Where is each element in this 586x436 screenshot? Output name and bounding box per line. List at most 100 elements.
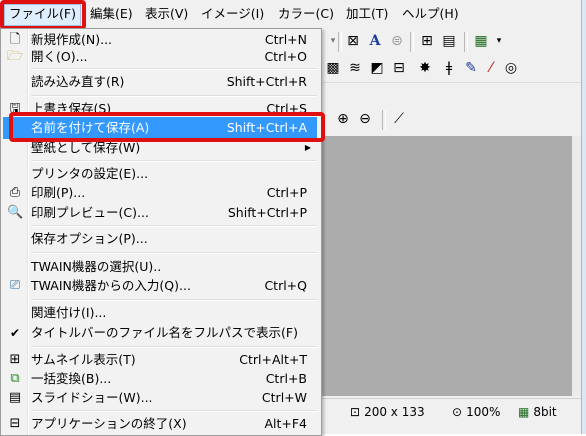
palette-icon[interactable]: ▦ bbox=[472, 32, 490, 50]
zoom-value: 100% bbox=[466, 405, 501, 419]
menu-color[interactable]: カラー(C) bbox=[274, 4, 338, 24]
toolbar-zoom: ⊕ ⊖ ⟋ bbox=[322, 106, 582, 133]
dimensions-value: 200 x 133 bbox=[364, 405, 425, 419]
menu-item-print-preview[interactable]: 🔍 印刷プレビュー(C)... Shift+Ctrl+P bbox=[3, 202, 317, 224]
swirl-icon[interactable]: ◎ bbox=[502, 59, 520, 77]
menu-item-label: 保存オプション(P)... bbox=[31, 231, 148, 246]
mosaic-icon[interactable]: ⊜ bbox=[388, 32, 406, 50]
exit-icon: ⊟ bbox=[9, 416, 21, 431]
menu-separator bbox=[31, 160, 317, 162]
slideshow-icon: ▤ bbox=[8, 390, 22, 405]
window-border bbox=[581, 0, 586, 434]
menu-item-associations[interactable]: 関連付け(I)... bbox=[3, 302, 317, 324]
scanner-icon: ⎚ bbox=[9, 278, 21, 293]
menu-item-twain-acquire[interactable]: ⎚ TWAIN機器からの入力(Q)... Ctrl+Q bbox=[3, 275, 317, 297]
menu-separator bbox=[31, 95, 317, 97]
menu-file[interactable]: ファイル(F) bbox=[4, 4, 81, 26]
status-zoom: ⊙ 100% bbox=[452, 404, 500, 420]
menu-item-exit[interactable]: ⊟ アプリケーションの終了(X) Alt+F4 bbox=[3, 413, 317, 435]
depth-value: 8bit bbox=[533, 405, 557, 419]
toolbar-main: ▾ ⊠ A ⊜ ⊞ ▤ ▦ ▾ bbox=[322, 28, 582, 56]
text-tool-icon[interactable]: A bbox=[366, 32, 384, 50]
menu-view[interactable]: 表示(V) bbox=[141, 4, 192, 24]
toolbar-separator bbox=[464, 32, 468, 52]
wave-icon[interactable]: ≋ bbox=[346, 59, 364, 77]
menu-item-shortcut: Ctrl+B bbox=[265, 371, 307, 386]
emboss-icon[interactable]: ◩ bbox=[368, 59, 386, 77]
menu-help[interactable]: ヘルプ(H) bbox=[398, 4, 463, 24]
toolbar-separator bbox=[382, 110, 386, 130]
menu-bar: ファイル(F) 編集(E) 表示(V) イメージ(I) カラー(C) 加工(T)… bbox=[0, 0, 582, 29]
eyedropper-icon[interactable]: ⟋ bbox=[390, 110, 408, 128]
menu-item-label: 一括変換(B)... bbox=[31, 371, 112, 386]
menu-item-label: 印刷(P)... bbox=[31, 185, 86, 200]
menu-item-shortcut: Ctrl+O bbox=[264, 49, 307, 64]
menu-item-save-as[interactable]: 名前を付けて保存(A) Shift+Ctrl+A bbox=[3, 117, 317, 139]
grid-view-icon[interactable]: ⊞ bbox=[418, 32, 436, 50]
menu-item-label: TWAIN機器からの入力(Q)... bbox=[31, 278, 191, 293]
menu-item-shortcut: Ctrl+W bbox=[261, 390, 307, 405]
menu-item-label: プリンタの設定(E)... bbox=[31, 166, 149, 181]
menu-item-open[interactable]: 🗁 開く(O)... Ctrl+O bbox=[3, 46, 317, 68]
zoom-out-icon[interactable]: ⊖ bbox=[356, 110, 374, 128]
palette-dropdown-icon[interactable]: ▾ bbox=[490, 32, 508, 50]
menu-edit[interactable]: 編集(E) bbox=[86, 4, 137, 24]
printer-icon: ⎙ bbox=[9, 185, 21, 200]
fit-window-icon[interactable]: ⊠ bbox=[344, 32, 362, 50]
menu-item-label: 読み込み直す(R) bbox=[31, 74, 125, 89]
menu-process[interactable]: 加工(T) bbox=[342, 4, 392, 24]
menu-item-save-wallpaper[interactable]: 壁紙として保存(W) ▶ bbox=[3, 137, 317, 159]
menu-item-reload[interactable]: 読み込み直す(R) Shift+Ctrl+R bbox=[3, 71, 317, 93]
save-disk-icon: 🖫 bbox=[9, 101, 21, 116]
status-dimensions: ⊡ 200 x 133 bbox=[350, 404, 425, 420]
menu-item-label: 印刷プレビュー(C)... bbox=[31, 205, 149, 220]
filmstrip-icon[interactable]: ▤ bbox=[440, 32, 458, 50]
menu-item-label: サムネイル表示(T) bbox=[31, 352, 136, 367]
print-preview-icon: 🔍 bbox=[7, 205, 24, 220]
menu-item-label: 関連付け(I)... bbox=[31, 305, 107, 320]
toolbar-separator bbox=[410, 32, 414, 52]
pen-icon[interactable]: ✎ bbox=[462, 59, 480, 77]
checkmark-icon: ✔ bbox=[9, 326, 21, 340]
brush-icon[interactable]: ⁄ bbox=[482, 59, 500, 77]
menu-item-label: スライドショー(W)... bbox=[31, 390, 153, 405]
menu-image[interactable]: イメージ(I) bbox=[197, 4, 268, 24]
app-window: ファイル(F) 編集(E) 表示(V) イメージ(I) カラー(C) 加工(T)… bbox=[0, 0, 586, 436]
menu-item-save-options[interactable]: 保存オプション(P)... bbox=[3, 228, 317, 250]
menu-item-label: タイトルバーのファイル名をフルパスで表示(F) bbox=[31, 325, 298, 340]
status-depth: ▦ 8bit bbox=[518, 404, 557, 420]
menu-item-shortcut: Shift+Ctrl+P bbox=[227, 205, 307, 220]
thumbnail-grid-icon: ⊞ bbox=[9, 352, 21, 367]
menu-separator bbox=[31, 299, 317, 301]
zoom-in-icon[interactable]: ⊕ bbox=[334, 110, 352, 128]
status-bar: ⊡ 200 x 133 ⊙ 100% ▦ 8bit bbox=[322, 398, 582, 425]
color-depth-icon: ▦ bbox=[518, 405, 530, 419]
menu-separator bbox=[31, 410, 317, 412]
tile-icon[interactable]: ⊟ bbox=[390, 59, 408, 77]
menu-item-label: 開く(O)... bbox=[31, 49, 88, 64]
menu-item-fullpath-title[interactable]: ✔ タイトルバーのファイル名をフルパスで表示(F) bbox=[3, 322, 317, 344]
sharpen-icon[interactable]: ǂ bbox=[440, 59, 458, 77]
menu-separator bbox=[31, 68, 317, 70]
image-size-icon: ⊡ bbox=[350, 405, 361, 419]
batch-convert-icon: ⧉ bbox=[10, 371, 20, 386]
menu-separator bbox=[31, 252, 317, 254]
image-canvas[interactable] bbox=[322, 136, 572, 396]
magnifier-icon: ⊙ bbox=[452, 405, 463, 419]
menu-item-slideshow[interactable]: ▤ スライドショー(W)... Ctrl+W bbox=[3, 387, 317, 409]
submenu-arrow-icon: ▶ bbox=[304, 143, 311, 152]
menu-item-shortcut: Ctrl+Q bbox=[264, 278, 307, 293]
menu-item-label: TWAIN機器の選択(U).. bbox=[31, 259, 162, 274]
toolbar-effects: ▩ ≋ ◩ ⊟ ✸ ǂ ✎ ⁄ ◎ bbox=[322, 55, 582, 83]
menu-item-print[interactable]: ⎙ 印刷(P)... Ctrl+P bbox=[3, 182, 317, 204]
file-menu: 🗋 新規作成(N)... Ctrl+N 🗁 開く(O)... Ctrl+O 読み… bbox=[0, 28, 322, 436]
menu-item-label: アプリケーションの終了(X) bbox=[31, 416, 187, 431]
menu-item-shortcut: Ctrl+P bbox=[266, 185, 307, 200]
menu-item-shortcut: Shift+Ctrl+R bbox=[226, 74, 307, 89]
toolbar-separator bbox=[338, 32, 342, 52]
menu-item-shortcut: Alt+F4 bbox=[264, 416, 307, 431]
menu-item-shortcut: Ctrl+S bbox=[266, 101, 307, 116]
starburst-icon[interactable]: ✸ bbox=[416, 59, 434, 77]
menu-item-shortcut: Ctrl+Alt+T bbox=[239, 352, 307, 367]
dither-icon[interactable]: ▩ bbox=[324, 59, 342, 77]
